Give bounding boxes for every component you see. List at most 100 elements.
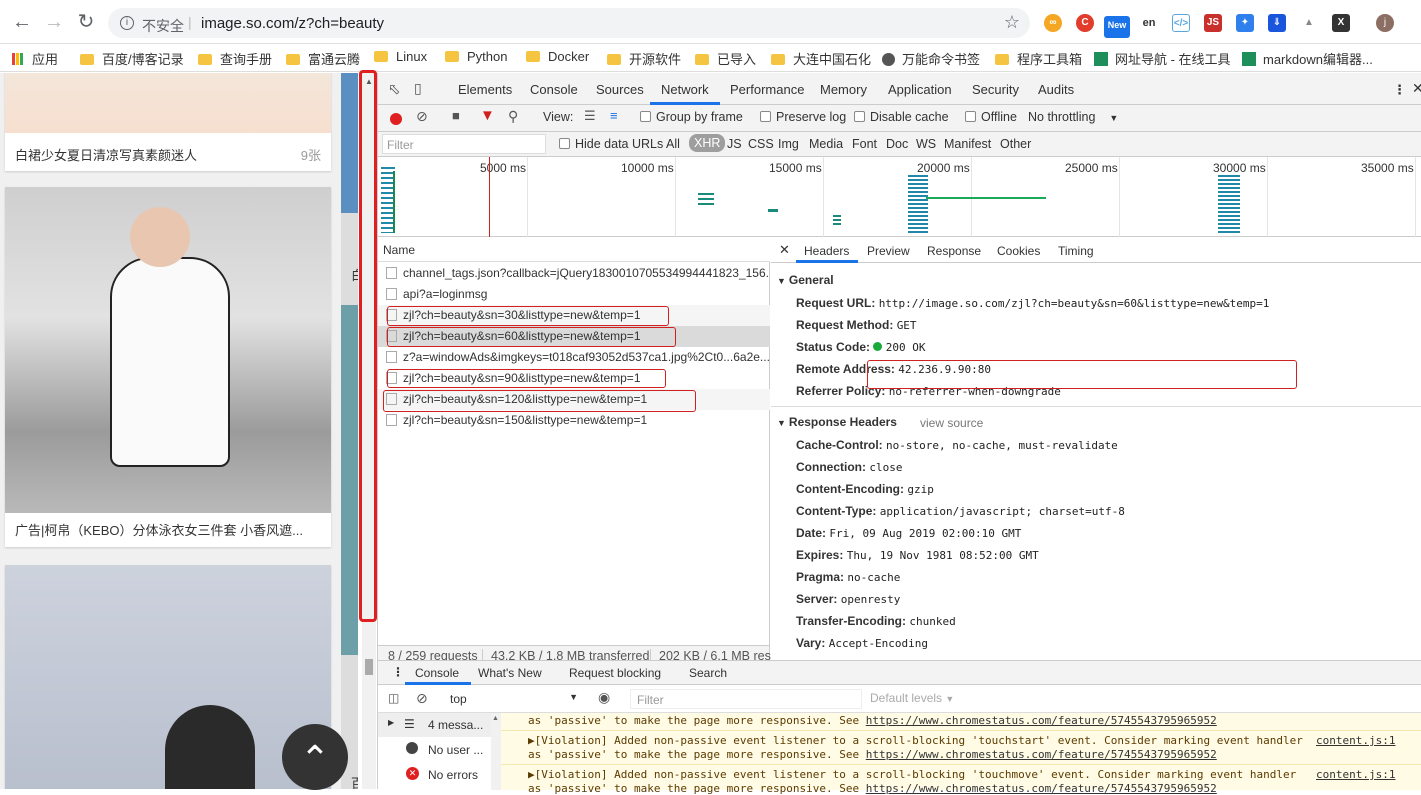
close-detail-icon[interactable]: ✕ bbox=[779, 242, 790, 258]
disable-cache-checkbox[interactable]: Disable cache bbox=[854, 110, 949, 124]
tab-performance[interactable]: Performance bbox=[730, 82, 804, 97]
extension-code-icon[interactable]: </> bbox=[1172, 14, 1190, 32]
bookmark-folder[interactable]: 百度/博客记录 bbox=[80, 49, 184, 68]
request-row[interactable]: zjl?ch=beauty&sn=150&listtype=new&temp=1 bbox=[378, 410, 770, 431]
general-section-toggle[interactable]: ▼ General bbox=[777, 273, 834, 287]
waterfall-view-icon[interactable]: ≡ bbox=[610, 108, 618, 123]
profile-avatar[interactable]: j bbox=[1376, 14, 1394, 32]
bookmark-folder[interactable]: 查询手册 bbox=[198, 49, 272, 68]
close-devtools-icon[interactable]: ✕ bbox=[1412, 80, 1421, 97]
clear-console-icon[interactable]: ⊘ bbox=[416, 690, 428, 707]
back-to-top-button[interactable]: ⌃ bbox=[282, 724, 348, 790]
tab-preview[interactable]: Preview bbox=[867, 244, 910, 258]
tab-network[interactable]: Network bbox=[661, 82, 709, 97]
context-select[interactable]: top ▼ bbox=[444, 689, 584, 709]
screenshot-icon[interactable]: ■ bbox=[452, 108, 460, 123]
offline-checkbox[interactable]: Offline bbox=[965, 110, 1017, 124]
address-bar[interactable]: i 不安全 | image.so.com/z?ch=beauty ☆ bbox=[108, 8, 1030, 38]
forward-arrow-icon[interactable]: → bbox=[42, 10, 66, 34]
sidebar-item-user[interactable]: No user ... bbox=[378, 740, 498, 762]
more-menu-icon[interactable]: ⋮ bbox=[1393, 82, 1406, 98]
console-filter-input[interactable]: Filter bbox=[630, 689, 862, 709]
filter-type-ws[interactable]: WS bbox=[916, 137, 936, 151]
column-name[interactable]: Name bbox=[383, 243, 415, 257]
list-view-icon[interactable]: ☰ bbox=[584, 108, 596, 124]
extension-feather-icon[interactable]: ✦ bbox=[1236, 14, 1254, 32]
tab-response[interactable]: Response bbox=[927, 244, 981, 258]
drawer-tab-whats-new[interactable]: What's New bbox=[478, 666, 542, 680]
filter-type-all[interactable]: All bbox=[666, 137, 680, 151]
bookmark-folder[interactable]: Docker bbox=[526, 49, 589, 64]
throttling-select[interactable]: No throttling ▼ bbox=[1028, 110, 1118, 124]
filter-type-font[interactable]: Font bbox=[852, 137, 877, 151]
inspect-element-icon[interactable]: ⬁ bbox=[388, 80, 401, 98]
filter-icon[interactable]: ▼ bbox=[480, 107, 495, 124]
bookmark-folder[interactable]: 大连中国石化 bbox=[771, 49, 871, 68]
console-link[interactable]: https://www.chromestatus.com/feature/574… bbox=[866, 748, 1217, 761]
sidebar-item-errors[interactable]: ✕ No errors bbox=[378, 764, 498, 786]
drawer-tab-console[interactable]: Console bbox=[415, 666, 459, 680]
request-row[interactable]: channel_tags.json?callback=jQuery1830010… bbox=[378, 263, 770, 284]
filter-type-other[interactable]: Other bbox=[1000, 137, 1031, 151]
response-headers-section-toggle[interactable]: ▼ Response Headers bbox=[777, 415, 897, 429]
drawer-menu-icon[interactable]: ⋮ bbox=[392, 665, 404, 679]
extension-x-icon[interactable]: X bbox=[1332, 14, 1350, 32]
scroll-up-arrow-icon[interactable]: ▲ bbox=[492, 715, 499, 722]
console-source-link[interactable]: content.js:1 bbox=[1316, 734, 1395, 747]
console-link[interactable]: https://www.chromestatus.com/feature/574… bbox=[866, 714, 1217, 727]
tab-elements[interactable]: Elements bbox=[458, 82, 512, 97]
sidebar-toggle-icon[interactable]: ◫ bbox=[388, 691, 399, 705]
drawer-tab-search[interactable]: Search bbox=[689, 666, 727, 680]
filter-type-css[interactable]: CSS bbox=[748, 137, 774, 151]
bookmark-apps[interactable]: 应用 bbox=[12, 49, 58, 68]
tab-memory[interactable]: Memory bbox=[820, 82, 867, 97]
group-by-frame-checkbox[interactable]: Group by frame bbox=[640, 110, 743, 124]
extension-c-icon[interactable]: C bbox=[1076, 14, 1094, 32]
filter-input[interactable]: Filter bbox=[382, 134, 546, 154]
clear-icon[interactable]: ⊘ bbox=[416, 108, 428, 125]
filter-type-js[interactable]: JS bbox=[727, 137, 742, 151]
bookmark-star-icon[interactable]: ☆ bbox=[1004, 12, 1020, 33]
info-icon[interactable]: i bbox=[120, 16, 134, 30]
bookmark-folder[interactable]: 已导入 bbox=[695, 49, 756, 68]
tab-audits[interactable]: Audits bbox=[1038, 82, 1074, 97]
filter-type-xhr[interactable]: XHR bbox=[689, 134, 726, 152]
filter-type-media[interactable]: Media bbox=[809, 137, 843, 151]
reload-icon[interactable]: ↻ bbox=[74, 10, 98, 34]
view-source-link[interactable]: view source bbox=[920, 416, 983, 430]
extension-tree-icon[interactable]: ▲ bbox=[1300, 14, 1318, 32]
tab-security[interactable]: Security bbox=[972, 82, 1019, 97]
filter-type-img[interactable]: Img bbox=[778, 137, 799, 151]
tab-console[interactable]: Console bbox=[530, 82, 578, 97]
hide-data-urls-checkbox[interactable]: Hide data URLs bbox=[559, 137, 663, 151]
bookmark-folder[interactable]: 程序工具箱 bbox=[995, 49, 1082, 68]
device-toolbar-icon[interactable]: ▯ bbox=[414, 80, 422, 97]
filter-type-doc[interactable]: Doc bbox=[886, 137, 908, 151]
bookmark-link[interactable]: 网址导航 - 在线工具 bbox=[1094, 49, 1231, 68]
tab-cookies[interactable]: Cookies bbox=[997, 244, 1040, 258]
extension-js-icon[interactable]: JS bbox=[1204, 14, 1222, 32]
image-card[interactable]: 广告|柯帛（KEBO）分体泳衣女三件套 小香风遮... bbox=[5, 187, 331, 547]
extension-infinity-icon[interactable]: ∞ bbox=[1044, 14, 1062, 32]
tab-application[interactable]: Application bbox=[888, 82, 952, 97]
console-source-link[interactable]: content.js:1 bbox=[1316, 768, 1395, 781]
extension-download-icon[interactable]: ⇓ bbox=[1268, 14, 1286, 32]
sidebar-scrollbar[interactable]: ▲ bbox=[491, 713, 501, 790]
bookmark-folder[interactable]: 富通云腾 bbox=[286, 49, 360, 68]
tab-headers[interactable]: Headers bbox=[804, 244, 849, 258]
bookmark-link[interactable]: 万能命令书签 bbox=[882, 49, 980, 68]
filter-type-manifest[interactable]: Manifest bbox=[944, 137, 991, 151]
bookmark-link[interactable]: markdown编辑器... bbox=[1242, 49, 1373, 68]
preserve-log-checkbox[interactable]: Preserve log bbox=[760, 110, 846, 124]
drawer-tab-request-blocking[interactable]: Request blocking bbox=[569, 666, 661, 680]
tab-sources[interactable]: Sources bbox=[596, 82, 644, 97]
log-levels-select[interactable]: Default levels ▼ bbox=[870, 691, 954, 705]
tab-timing[interactable]: Timing bbox=[1058, 244, 1094, 258]
scrollbar-thumb[interactable] bbox=[365, 659, 373, 675]
bookmark-folder[interactable]: Linux bbox=[374, 49, 427, 64]
back-arrow-icon[interactable]: ← bbox=[10, 10, 34, 34]
image-card[interactable]: 白裙少女夏日清凉写真素颜迷人 9张 bbox=[5, 73, 331, 171]
url-text[interactable]: image.so.com/z?ch=beauty bbox=[201, 15, 384, 32]
request-row[interactable]: z?a=windowAds&imgkeys=t018caf93052d537ca… bbox=[378, 347, 770, 368]
extension-new-icon[interactable]: New bbox=[1104, 16, 1130, 38]
